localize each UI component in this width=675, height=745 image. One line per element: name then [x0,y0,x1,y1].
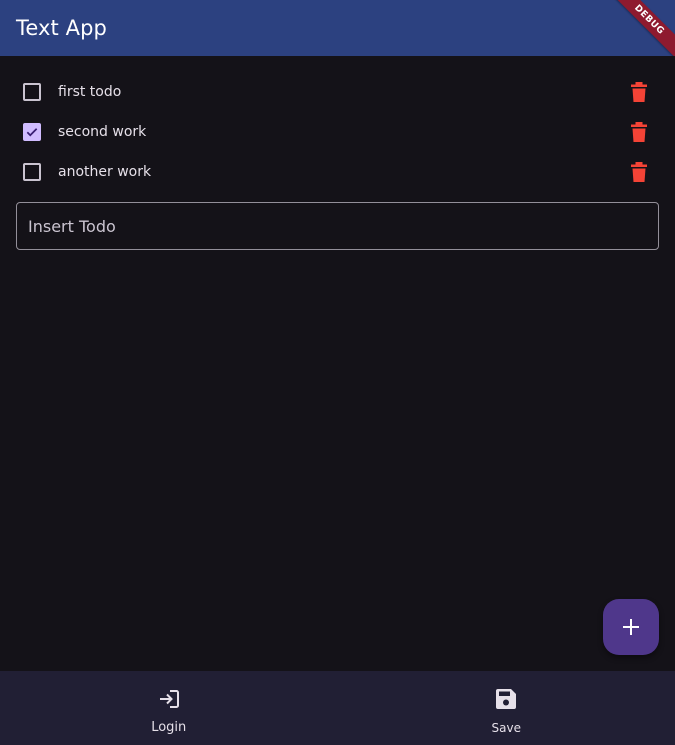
app-bar: Text App DEBUG [0,0,675,56]
delete-button[interactable] [627,80,651,104]
todo-item: first todo [0,72,675,112]
trash-icon [631,162,647,182]
todo-label: second work [58,124,147,140]
nav-item-login[interactable]: Login [0,671,338,745]
save-icon [494,687,518,711]
checkmark-icon [26,128,38,137]
todo-label: another work [58,164,152,180]
nav-item-save[interactable]: Save [338,671,675,745]
add-todo-fab[interactable] [603,599,659,655]
login-icon [157,687,181,711]
plus-icon [623,619,639,635]
insert-todo-input[interactable] [16,202,659,250]
todo-checkbox[interactable] [23,123,41,141]
debug-banner: DEBUG [605,0,675,56]
todo-checkbox[interactable] [23,163,41,181]
todo-checkbox[interactable] [23,83,41,101]
nav-label-login: Login [151,720,187,735]
todo-label: first todo [58,84,122,100]
todo-item: another work [0,152,675,192]
nav-label-save: Save [491,721,521,735]
todo-list: first todo second work another work [0,72,675,192]
app-title: Text App [16,16,107,40]
trash-icon [631,122,647,142]
delete-button[interactable] [627,160,651,184]
delete-button[interactable] [627,120,651,144]
bottom-navigation: Login Save [0,671,675,745]
app-root: Text App DEBUG first todo second work an… [0,0,675,745]
trash-icon [631,82,647,102]
todo-item: second work [0,112,675,152]
